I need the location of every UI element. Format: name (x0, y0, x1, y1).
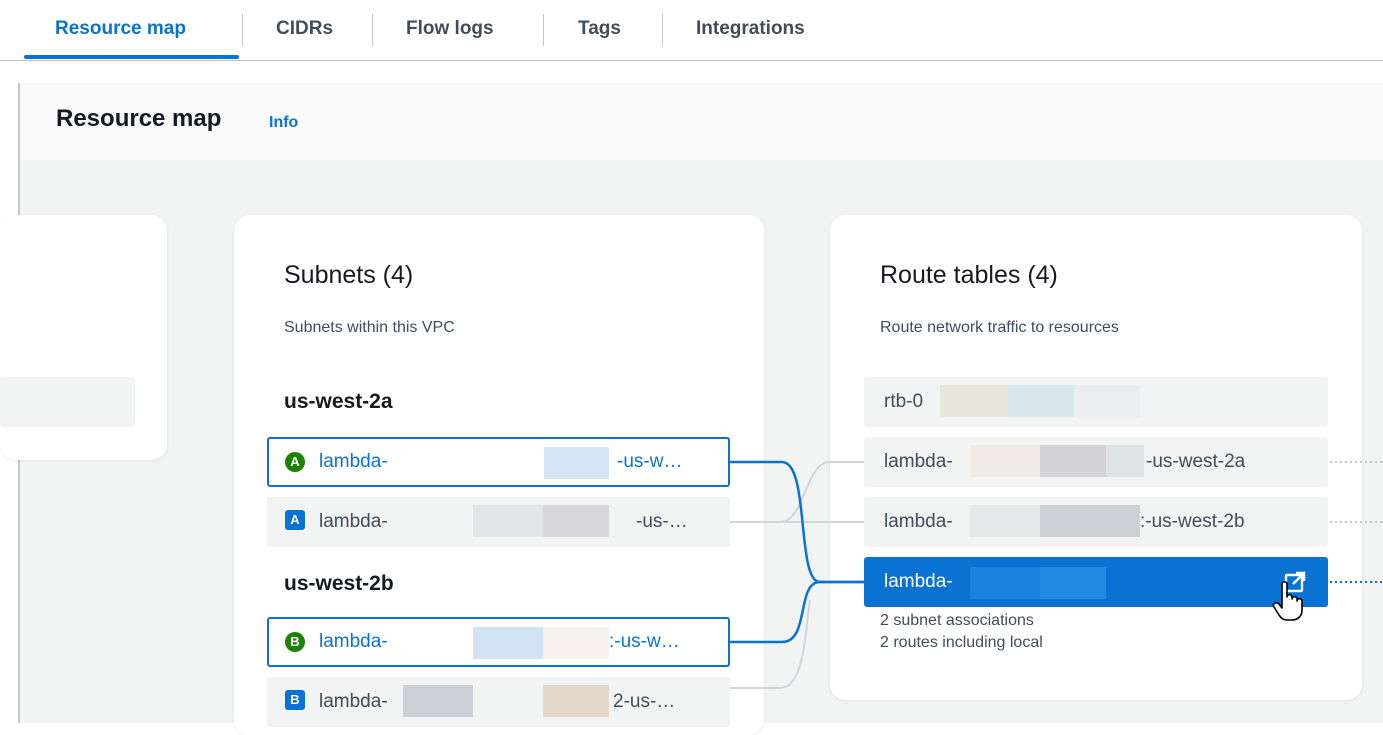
tab-resource-map[interactable]: Resource map (55, 0, 186, 58)
page-title: Resource map (56, 105, 222, 132)
tab-flow-logs[interactable]: Flow logs (406, 0, 494, 58)
active-tab-indicator (24, 55, 239, 59)
tab-bar: Resource map CIDRs Flow logs Tags Integr… (0, 0, 1383, 61)
tab-tags[interactable]: Tags (578, 0, 621, 58)
tab-divider (543, 14, 544, 46)
tab-divider (372, 14, 373, 46)
info-link[interactable]: Info (269, 114, 298, 132)
resource-map-canvas: Subnets (4) Subnets within this VPC us-w… (0, 160, 1383, 735)
tab-integrations[interactable]: Integrations (696, 0, 805, 58)
connection-lines (729, 460, 1383, 689)
container-header: Resource map Info (20, 83, 1383, 161)
hand-pointer-icon (1272, 580, 1303, 621)
tab-divider (662, 14, 663, 46)
tab-divider (242, 14, 243, 46)
tab-cidrs[interactable]: CIDRs (276, 0, 333, 58)
